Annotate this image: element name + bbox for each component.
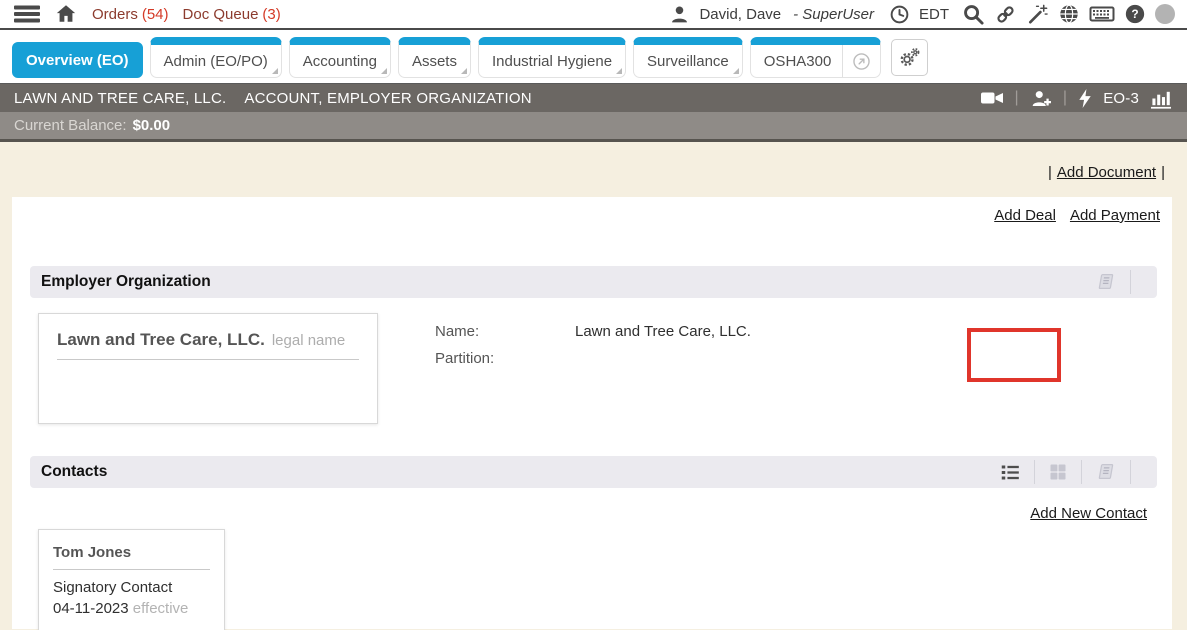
field-value-name: Lawn and Tree Care, LLC. [575,323,751,340]
nav-doc-queue-count: (3) [262,6,280,23]
field-label-partition: Partition: [435,350,575,367]
lightning-icon[interactable] [1077,88,1093,109]
nav-doc-queue[interactable]: Doc Queue (3) [183,6,281,23]
wand-icon[interactable] [1026,3,1049,26]
tab-accounting[interactable]: Accounting [289,37,391,78]
entity-title-bar: LAWN AND TREE CARE, LLC. ACCOUNT, EMPLOY… [0,84,1187,112]
contact-date: 04-11-2023 [53,600,129,617]
tool-endspace [1131,266,1157,298]
field-row-partition: Partition: [435,345,751,372]
list-view-icon[interactable] [987,456,1034,488]
notebook-icon[interactable] [1082,266,1130,298]
titlebar-divider: | [1014,89,1018,107]
clock-icon[interactable] [889,4,910,25]
tab-osha300[interactable]: OSHA300 [750,37,882,78]
grid-view-icon[interactable] [1035,456,1081,488]
entity-code: EO-3 [1103,90,1139,107]
tab-assets[interactable]: Assets [398,37,471,78]
nav-doc-queue-label: Doc Queue [183,6,259,23]
tab-industrial-hygiene[interactable]: Industrial Hygiene [478,37,626,78]
add-payment-link[interactable]: Add Payment [1070,207,1160,224]
gears-icon [898,46,921,69]
search-icon[interactable] [962,3,985,26]
document-actions-row: | Add Document | [0,142,1187,181]
add-contact-row: Add New Contact [12,488,1172,522]
keyboard-icon[interactable] [1089,3,1115,25]
open-external-icon[interactable] [842,45,880,77]
contact-role: Signatory Contact [53,579,210,596]
contact-card[interactable]: Tom Jones Signatory Contact 04-11-2023 e… [38,529,225,630]
user-icon [669,4,690,25]
home-icon[interactable] [54,3,78,25]
tab-surveillance[interactable]: Surveillance [633,37,743,78]
nav-orders-count: (54) [142,6,169,23]
tab-osha300-label: OSHA300 [764,53,832,70]
legal-name-value: Lawn and Tree Care, LLC. [57,330,265,350]
balance-label: Current Balance: [14,117,127,134]
contacts-title: Contacts [41,463,107,481]
field-label-name: Name: [435,323,575,340]
notebook-icon[interactable] [1082,456,1130,488]
pipe-separator: | [1048,164,1052,181]
field-row-name: Name: Lawn and Tree Care, LLC. [435,318,751,345]
contact-name: Tom Jones [53,544,210,570]
bar-chart-icon[interactable] [1149,88,1173,109]
tab-bar: Overview (EO) Admin (EO/PO) Accounting A… [0,30,1187,84]
link-icon[interactable] [994,3,1017,26]
balance-bar: Current Balance: $0.00 [0,112,1187,142]
tool-endspace [1131,456,1157,488]
entity-name: LAWN AND TREE CARE, LLC. [14,90,226,107]
tab-overview-eo[interactable]: Overview (EO) [12,42,143,78]
legal-name-hint: legal name [272,332,345,349]
legal-name-card[interactable]: Lawn and Tree Care, LLC. legal name [38,313,378,424]
contacts-header: Contacts [30,456,1157,488]
tab-admin-eo-po[interactable]: Admin (EO/PO) [150,37,282,78]
titlebar-divider: | [1063,89,1067,107]
user-name[interactable]: David, Dave [699,6,781,23]
contact-date-hint: effective [133,600,189,617]
tab-settings-button[interactable] [891,39,928,76]
hamburger-menu-icon[interactable] [14,4,40,24]
employer-organization-header: Employer Organization [30,266,1157,298]
help-icon[interactable]: ? [1124,3,1146,25]
svg-text:?: ? [1131,7,1138,21]
avatar[interactable] [1155,4,1175,24]
user-role: - SuperUser [793,6,874,23]
add-new-contact-link[interactable]: Add New Contact [1030,505,1147,522]
main-content: | Add Document | Add Deal Add Payment Em… [0,142,1187,629]
top-bar: Orders (54) Doc Queue (3) David, Dave - … [0,0,1187,30]
nav-orders-label: Orders [92,6,138,23]
org-fields: Name: Lawn and Tree Care, LLC. Partition… [435,313,751,424]
contact-date-row: 04-11-2023 effective [53,600,210,617]
add-document-link[interactable]: Add Document [1057,164,1156,181]
deal-actions-row: Add Deal Add Payment [12,197,1172,224]
pipe-separator: | [1161,164,1165,181]
employer-organization-body: Lawn and Tree Care, LLC. legal name Name… [38,313,1154,424]
nav-orders[interactable]: Orders (54) [92,6,169,23]
entity-subtitle: ACCOUNT, EMPLOYER ORGANIZATION [244,90,531,107]
employer-organization-title: Employer Organization [41,273,211,291]
balance-value: $0.00 [133,117,171,134]
timezone-label: EDT [919,6,949,23]
video-camera-icon[interactable] [980,88,1004,108]
person-add-icon[interactable] [1029,88,1053,109]
overview-panel: Add Deal Add Payment Employer Organizati… [12,197,1172,629]
globe-icon[interactable] [1058,3,1080,25]
add-deal-link[interactable]: Add Deal [994,207,1056,224]
